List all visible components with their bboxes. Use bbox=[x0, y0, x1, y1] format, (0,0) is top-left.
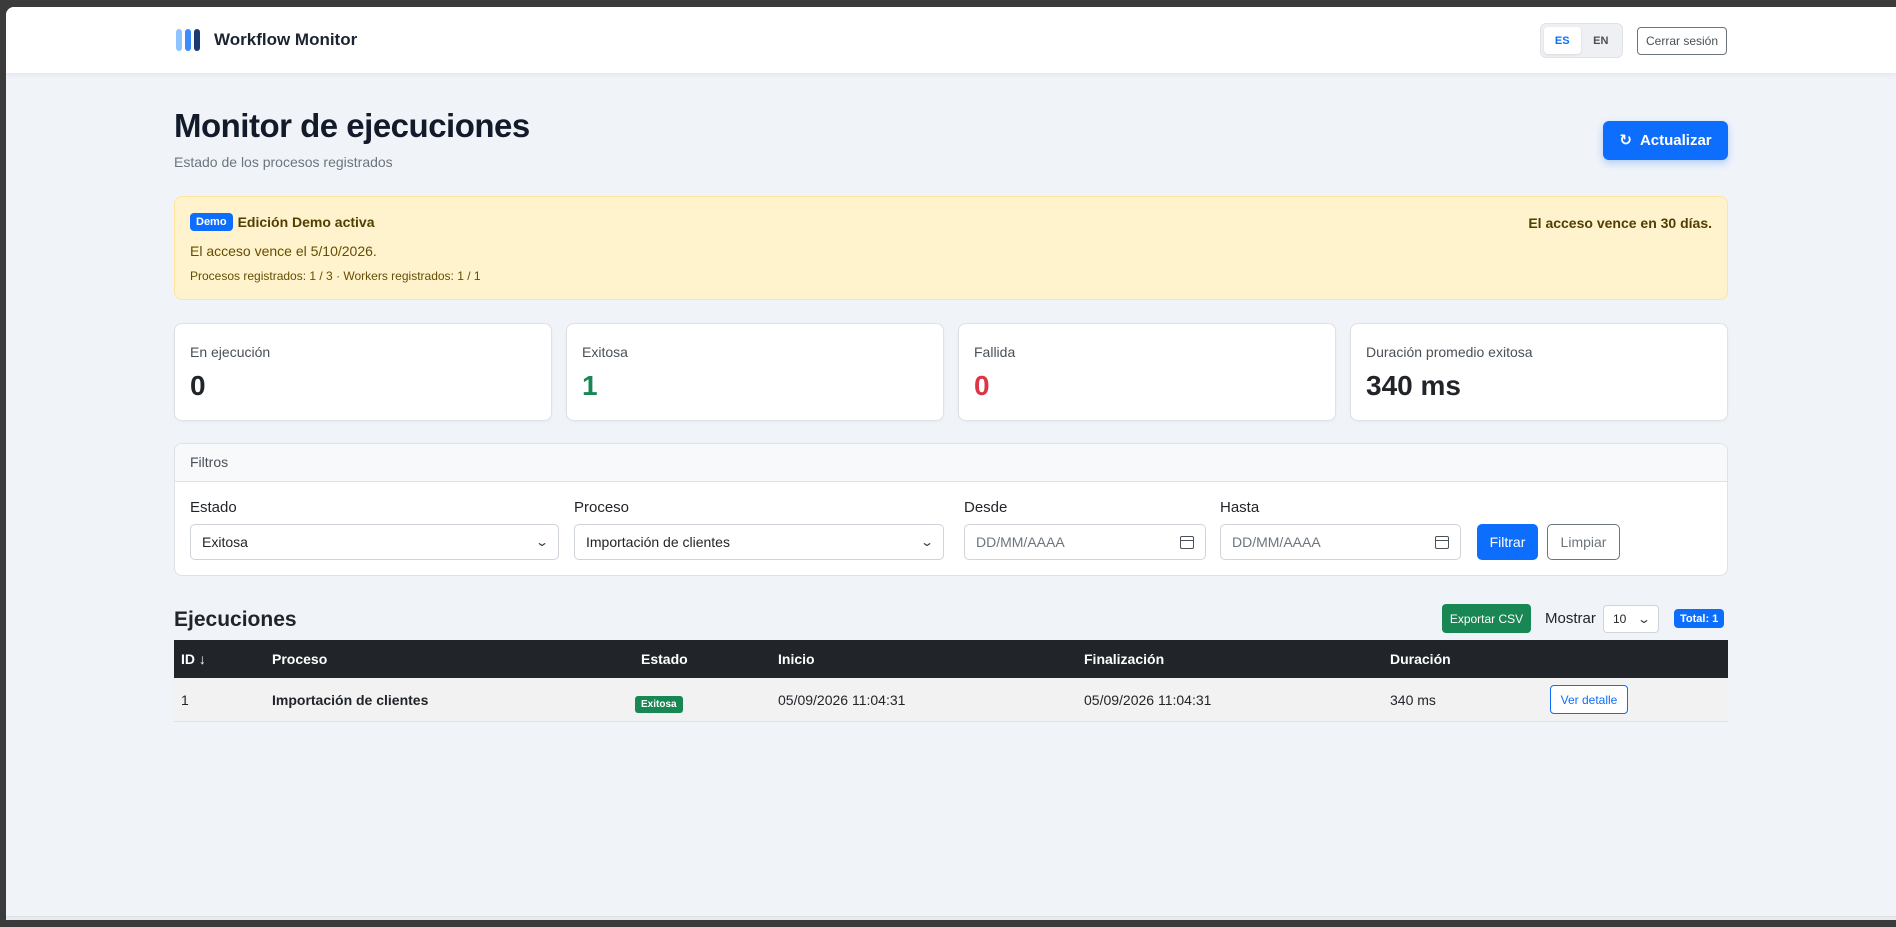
estado-label: Estado bbox=[190, 499, 237, 516]
calendar-icon[interactable] bbox=[1180, 535, 1194, 549]
view-detail-button[interactable]: Ver detalle bbox=[1550, 685, 1628, 714]
language-es-button[interactable]: ES bbox=[1544, 27, 1581, 54]
cell-end: 05/09/2026 11:04:31 bbox=[1084, 692, 1212, 708]
clear-filters-button[interactable]: Limpiar bbox=[1547, 524, 1620, 560]
demo-expiry-date: El acceso vence el 5/10/2026. bbox=[190, 243, 377, 259]
page-subtitle: Estado de los procesos registrados bbox=[174, 154, 393, 170]
brand[interactable]: Workflow Monitor bbox=[176, 29, 357, 51]
table-row: 1 Importación de clientes Exitosa 05/09/… bbox=[174, 678, 1728, 722]
filter-button[interactable]: Filtrar bbox=[1477, 524, 1538, 560]
chevron-down-icon: ⌄ bbox=[1636, 612, 1652, 626]
column-header-start: Inicio bbox=[778, 651, 815, 667]
proceso-select[interactable]: Importación de clientes ⌄ bbox=[574, 524, 944, 560]
filters-card: Filtros Estado Exitosa ⌄ Proceso Importa… bbox=[174, 443, 1728, 576]
stat-label: Duración promedio exitosa bbox=[1366, 344, 1533, 360]
desde-label: Desde bbox=[964, 499, 1008, 516]
browser-window: Workflow Monitor ES EN Cerrar sesión Mon… bbox=[6, 7, 1896, 920]
stat-label: Exitosa bbox=[582, 344, 628, 360]
stat-card-failed: Fallida 0 bbox=[958, 323, 1336, 421]
column-header-id[interactable]: ID ↓ bbox=[181, 651, 206, 667]
stat-label: Fallida bbox=[974, 344, 1016, 360]
estado-select[interactable]: Exitosa ⌄ bbox=[190, 524, 559, 560]
hasta-placeholder: DD/MM/AAAA bbox=[1232, 534, 1321, 550]
logout-button[interactable]: Cerrar sesión bbox=[1637, 27, 1727, 55]
filters-header: Filtros bbox=[175, 444, 1727, 482]
language-switcher: ES EN bbox=[1540, 23, 1623, 58]
page-size-value: 10 bbox=[1613, 612, 1627, 626]
proceso-label: Proceso bbox=[574, 499, 630, 516]
hasta-label: Hasta bbox=[1220, 499, 1260, 516]
stat-value: 1 bbox=[582, 370, 598, 401]
demo-days-remaining: El acceso vence en 30 días. bbox=[1528, 215, 1712, 231]
column-header-duration: Duración bbox=[1390, 651, 1451, 667]
chevron-down-icon: ⌄ bbox=[534, 535, 550, 549]
app-name: Workflow Monitor bbox=[214, 30, 358, 49]
status-badge: Exitosa bbox=[635, 696, 683, 713]
page-size-label: Mostrar bbox=[1545, 610, 1596, 627]
stat-value: 0 bbox=[974, 370, 990, 401]
desde-placeholder: DD/MM/AAAA bbox=[976, 534, 1065, 550]
app-logo-icon bbox=[176, 29, 200, 51]
executions-title: Ejecuciones bbox=[174, 608, 297, 631]
estado-select-value: Exitosa bbox=[202, 534, 248, 550]
table-header: ID ↓ Proceso Estado Inicio Finalización … bbox=[174, 640, 1728, 678]
stat-card-success: Exitosa 1 bbox=[566, 323, 944, 421]
page-title: Monitor de ejecuciones bbox=[174, 107, 530, 144]
stat-value: 340 ms bbox=[1366, 370, 1461, 401]
column-header-status: Estado bbox=[641, 651, 688, 667]
column-header-process: Proceso bbox=[272, 651, 328, 667]
total-badge: Total: 1 bbox=[1674, 609, 1725, 628]
stat-card-running: En ejecución 0 bbox=[174, 323, 552, 421]
export-csv-button[interactable]: Exportar CSV bbox=[1442, 604, 1531, 633]
chevron-down-icon: ⌄ bbox=[919, 535, 935, 549]
cell-start: 05/09/2026 11:04:31 bbox=[778, 692, 906, 708]
refresh-label: Actualizar bbox=[1639, 132, 1712, 149]
desde-date-input[interactable]: DD/MM/AAAA bbox=[964, 524, 1206, 560]
column-header-end: Finalización bbox=[1084, 651, 1165, 667]
demo-badge: Demo bbox=[190, 213, 233, 231]
demo-alert: Demo Edición Demo activa El acceso vence… bbox=[174, 196, 1728, 300]
proceso-select-value: Importación de clientes bbox=[586, 534, 730, 550]
hasta-date-input[interactable]: DD/MM/AAAA bbox=[1220, 524, 1461, 560]
refresh-icon: ↻ bbox=[1619, 132, 1632, 149]
refresh-button[interactable]: ↻ Actualizar bbox=[1603, 121, 1728, 160]
demo-heading: Demo Edición Demo activa bbox=[190, 213, 375, 231]
executions-table: ID ↓ Proceso Estado Inicio Finalización … bbox=[174, 640, 1728, 722]
language-en-button[interactable]: EN bbox=[1583, 27, 1620, 54]
page-size-select[interactable]: 10 ⌄ bbox=[1603, 605, 1659, 633]
calendar-icon[interactable] bbox=[1435, 535, 1449, 549]
stat-label: En ejecución bbox=[190, 344, 271, 360]
top-navbar: Workflow Monitor ES EN Cerrar sesión bbox=[6, 7, 1896, 73]
demo-usage-counts: Procesos registrados: 1 / 3 · Workers re… bbox=[190, 269, 481, 283]
stat-value: 0 bbox=[190, 370, 206, 401]
cell-duration: 340 ms bbox=[1390, 692, 1436, 708]
window-bottom-edge bbox=[6, 916, 1896, 920]
demo-title: Edición Demo activa bbox=[237, 214, 375, 230]
cell-id: 1 bbox=[181, 692, 189, 708]
stat-card-avg-duration: Duración promedio exitosa 340 ms bbox=[1350, 323, 1728, 421]
cell-process: Importación de clientes bbox=[272, 692, 429, 708]
